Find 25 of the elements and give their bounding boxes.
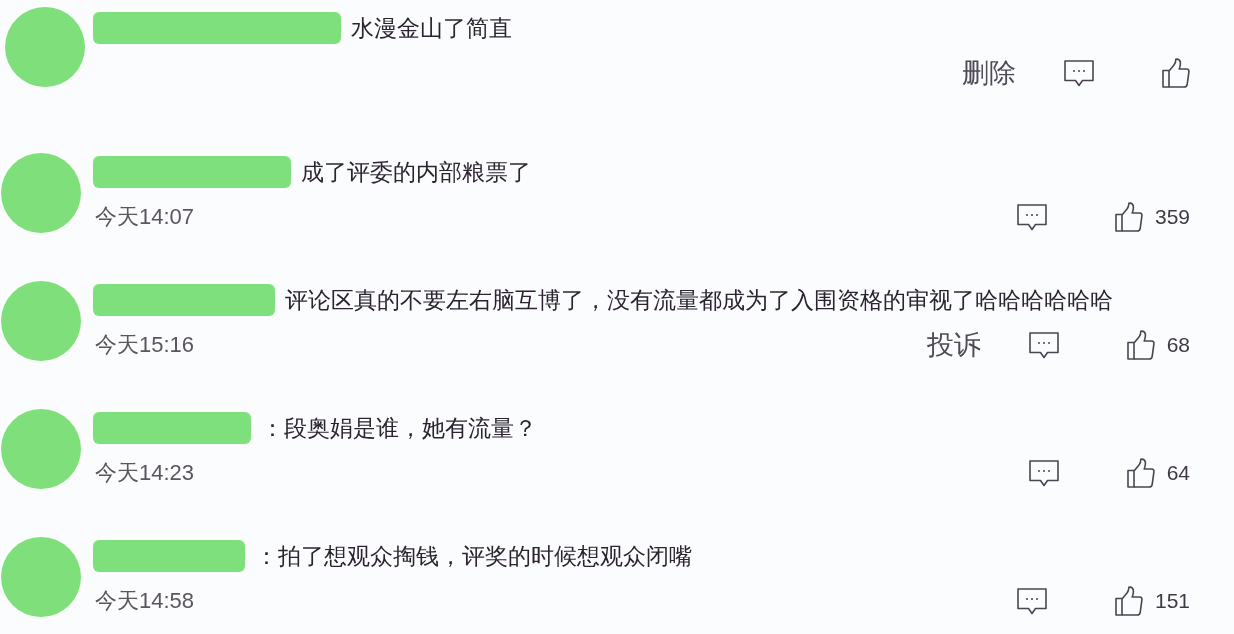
comment-text: ：拍了想观众掏钱，评奖的时候想观众闭嘴 <box>255 542 692 571</box>
like-count: 359 <box>1154 205 1190 229</box>
timestamp: 今天15:16 <box>95 331 195 359</box>
timestamp: 今天14:23 <box>95 459 195 487</box>
speech-bubble-icon[interactable] <box>1064 59 1094 87</box>
thumbs-up-icon[interactable] <box>1126 330 1155 360</box>
timestamp: 今天14:07 <box>95 203 195 231</box>
comment-text: 成了评委的内部粮票了 <box>301 158 531 187</box>
like-count: 64 <box>1166 461 1190 485</box>
thumbs-up-icon[interactable] <box>1162 58 1190 88</box>
thumbs-up-icon[interactable] <box>1114 586 1143 616</box>
action-link[interactable]: 投诉 <box>926 330 981 360</box>
comment-text: 评论区真的不要左右脑互博了，没有流量都成为了入围资格的审视了哈哈哈哈哈哈 <box>285 286 1113 315</box>
like-count: 68 <box>1166 333 1190 357</box>
comment-text: ：段奥娟是谁，她有流量？ <box>261 414 537 443</box>
like-count: 151 <box>1154 589 1190 613</box>
comment-text: 水漫金山了简直 <box>351 14 512 43</box>
speech-bubble-icon[interactable] <box>1016 587 1047 615</box>
thumbs-up-icon[interactable] <box>1114 202 1143 232</box>
speech-bubble-icon[interactable] <box>1028 459 1059 487</box>
timestamp: 今天14:58 <box>95 587 195 615</box>
thumbs-up-icon[interactable] <box>1126 458 1155 488</box>
action-link[interactable]: 删除 <box>962 58 1016 88</box>
speech-bubble-icon[interactable] <box>1028 331 1059 359</box>
speech-bubble-icon[interactable] <box>1016 203 1047 231</box>
